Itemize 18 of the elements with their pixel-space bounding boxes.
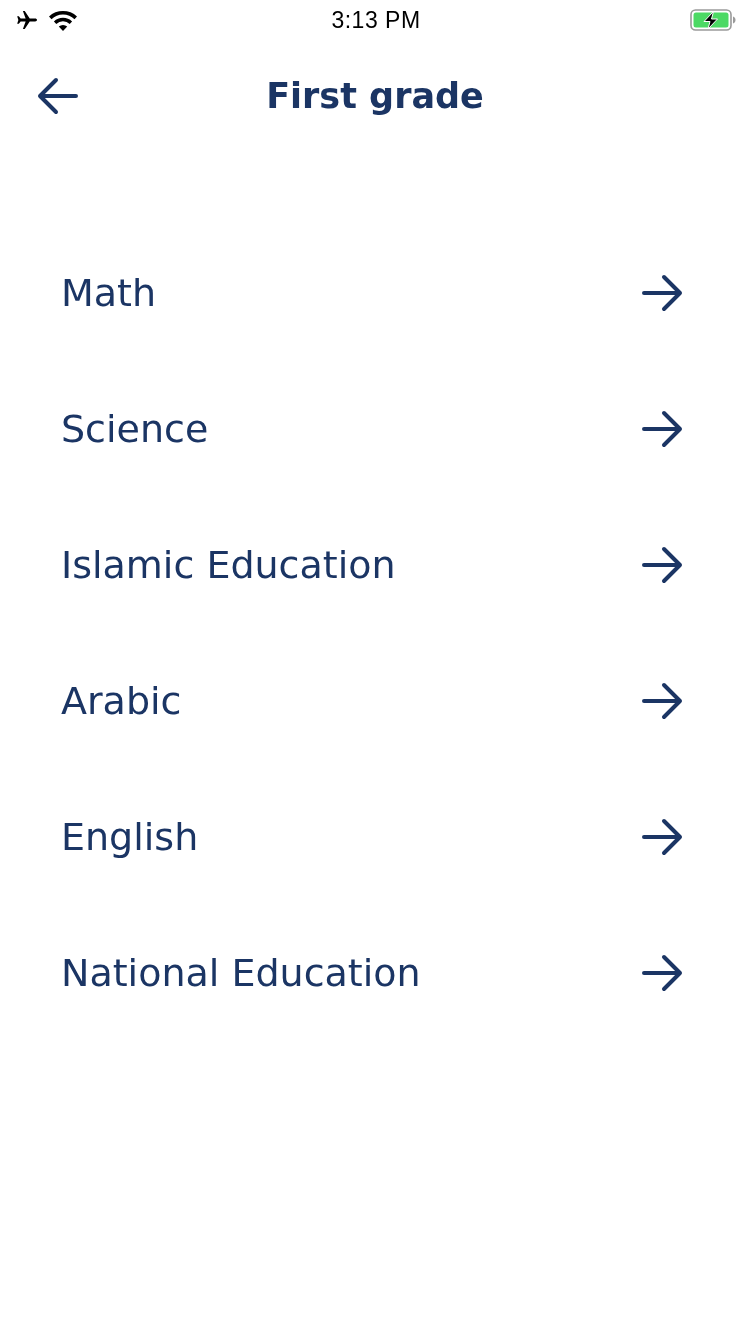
status-time: 3:13 PM [331,6,421,34]
wifi-icon [48,9,78,31]
subject-item[interactable]: English [61,815,199,859]
subject-item[interactable]: Islamic Education [61,543,396,587]
battery-charging-icon [690,9,736,31]
page-title: First grade [266,76,484,116]
subject-item[interactable]: Science [61,407,209,451]
right-arrow-icon [642,274,684,312]
subject-item[interactable]: Arabic [61,679,182,723]
right-arrow-icon [642,410,684,448]
right-arrow-icon [642,682,684,720]
right-arrow-icon [642,546,684,584]
airplane-icon [16,10,38,30]
subject-item[interactable]: National Education [61,951,421,995]
back-arrow-icon [36,77,78,115]
right-arrow-icon [642,818,684,856]
subject-item[interactable]: Math [61,271,157,315]
right-arrow-icon [642,954,684,992]
